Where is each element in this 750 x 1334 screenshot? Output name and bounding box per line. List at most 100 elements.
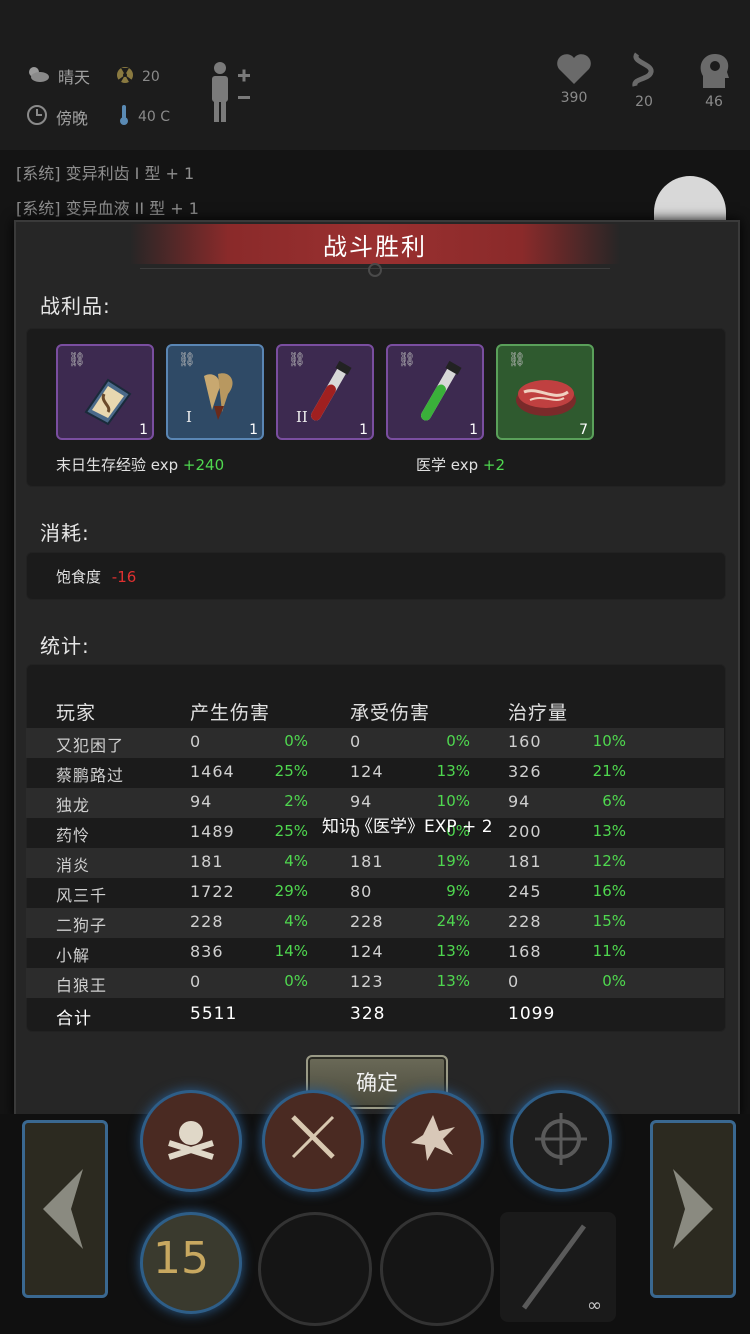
healing-pct: 6%	[602, 792, 626, 810]
medical-exp: 医学 exp +2	[416, 454, 505, 475]
damage-taken: 124	[350, 762, 384, 781]
item-count: 1	[249, 422, 258, 438]
damage-dealt: 1489	[190, 822, 235, 841]
skill-skull-button[interactable]	[140, 1090, 242, 1192]
satiety-label: 饱食度	[56, 568, 102, 586]
satiety-value: -16	[111, 568, 137, 586]
table-row: 二狗子 228 4% 228 24% 228 15%	[26, 908, 724, 938]
health-stat: 390	[554, 52, 594, 106]
damage-taken-pct: 13%	[436, 762, 470, 780]
hunger-stat: 20	[624, 52, 664, 110]
prev-button[interactable]	[22, 1120, 108, 1298]
temperature-value: 40 C	[138, 109, 171, 125]
dialog-title: 战斗胜利	[323, 232, 427, 261]
damage-taken-pct: 19%	[436, 852, 470, 870]
temperature-status: 40 C	[118, 104, 170, 130]
mental-stat: 46	[694, 52, 734, 110]
survival-exp-label: 末日生存经验 exp	[56, 456, 179, 474]
damage-taken-pct: 24%	[436, 912, 470, 930]
thermometer-icon	[118, 104, 130, 130]
loot-slot-mutant-teeth[interactable]: ⛓ I 1	[166, 344, 264, 440]
table-row: 白狼王 0 0% 123 13% 0 0%	[26, 968, 724, 998]
weather-text: 晴天	[58, 68, 91, 87]
consume-label: 消耗:	[40, 521, 90, 545]
chat-bubble-icon[interactable]	[654, 176, 726, 222]
link-icon: ⛓	[68, 352, 86, 368]
player-name: 小解	[56, 946, 91, 965]
damage-dealt: 836	[190, 942, 224, 961]
damage-taken: 181	[350, 852, 384, 871]
table-row: 小解 836 14% 124 13% 168 11%	[26, 938, 724, 968]
radiation-icon	[116, 66, 134, 88]
empty-slot[interactable]	[380, 1212, 494, 1326]
player-name: 风三千	[56, 886, 108, 905]
healing: 245	[508, 882, 542, 901]
healing: 168	[508, 942, 542, 961]
damage-dealt-pct: 25%	[274, 762, 308, 780]
healing-pct: 16%	[592, 882, 626, 900]
healing: 160	[508, 732, 542, 751]
damage-dealt-pct: 4%	[284, 852, 308, 870]
loot-slot-book[interactable]: ⛓ 1	[56, 344, 154, 440]
damage-dealt: 0	[190, 732, 202, 751]
item-count: 1	[139, 422, 148, 438]
dialog-title-bar: 战斗胜利	[130, 224, 620, 264]
satiety-cost: 饱食度 -16	[56, 566, 136, 587]
stats-label: 统计:	[40, 634, 90, 658]
clock-icon	[26, 104, 48, 130]
weapon-slot[interactable]: ∞	[500, 1212, 616, 1322]
healing-pct: 10%	[592, 732, 626, 750]
player-name: 又犯困了	[56, 736, 125, 755]
survival-exp: 末日生存经验 exp +240	[56, 454, 224, 475]
red-test-tube-icon	[304, 360, 354, 430]
damage-taken-pct: 13%	[436, 942, 470, 960]
healing-pct: 12%	[592, 852, 626, 870]
player-name: 二狗子	[56, 916, 108, 935]
loot-slot-green-tube[interactable]: ⛓ 1	[386, 344, 484, 440]
head-icon	[697, 54, 731, 94]
cloud-sun-icon	[26, 64, 50, 88]
damage-dealt: 1722	[190, 882, 235, 901]
meat-icon	[514, 374, 578, 422]
tier-label: II	[296, 408, 308, 426]
log-line: [系统] 变异利齿 I 型 + 1	[16, 164, 195, 183]
healing-pct: 11%	[592, 942, 626, 960]
level-up-button[interactable]: 15	[140, 1212, 242, 1314]
radiation-status: 20	[116, 66, 160, 88]
damage-dealt-pct: 0%	[284, 732, 308, 750]
damage-dealt-pct: 4%	[284, 912, 308, 930]
damage-taken-pct: 13%	[436, 972, 470, 990]
healing-pct: 13%	[592, 822, 626, 840]
medical-exp-label: 医学 exp	[416, 456, 479, 474]
crosshair-icon	[535, 1113, 587, 1165]
next-button[interactable]	[650, 1120, 736, 1298]
body-status-icon[interactable]	[206, 60, 254, 128]
empty-slot[interactable]	[258, 1212, 372, 1326]
healing: 0	[508, 972, 520, 991]
skill-attack-button[interactable]	[262, 1090, 364, 1192]
healing-pct: 15%	[592, 912, 626, 930]
damage-taken: 94	[350, 792, 373, 811]
item-count: 1	[359, 422, 368, 438]
tier-label: I	[186, 408, 192, 426]
skill-aim-button[interactable]	[510, 1090, 612, 1192]
damage-taken: 0	[350, 732, 362, 751]
blood-splatter-icon	[411, 1115, 455, 1161]
table-row: 又犯困了 0 0% 0 0% 160 10%	[26, 728, 724, 758]
damage-taken-pct: 10%	[436, 792, 470, 810]
item-count: 1	[469, 422, 478, 438]
staff-weapon-icon	[521, 1224, 587, 1310]
healing-pct: 0%	[602, 972, 626, 990]
loot-label: 战利品:	[40, 294, 111, 318]
infinity-label: ∞	[587, 1295, 602, 1316]
player-name: 独龙	[56, 796, 91, 815]
book-icon	[78, 370, 136, 432]
loot-slot-mutant-blood[interactable]: ⛓ II 1	[276, 344, 374, 440]
green-test-tube-icon	[414, 360, 464, 430]
time-status: 傍晚	[26, 104, 88, 130]
damage-dealt-pct: 25%	[274, 822, 308, 840]
skill-explode-button[interactable]	[382, 1090, 484, 1192]
player-name: 消炎	[56, 856, 91, 875]
loot-slot-meat[interactable]: ⛓ 7	[496, 344, 594, 440]
mental-value: 46	[705, 94, 723, 110]
